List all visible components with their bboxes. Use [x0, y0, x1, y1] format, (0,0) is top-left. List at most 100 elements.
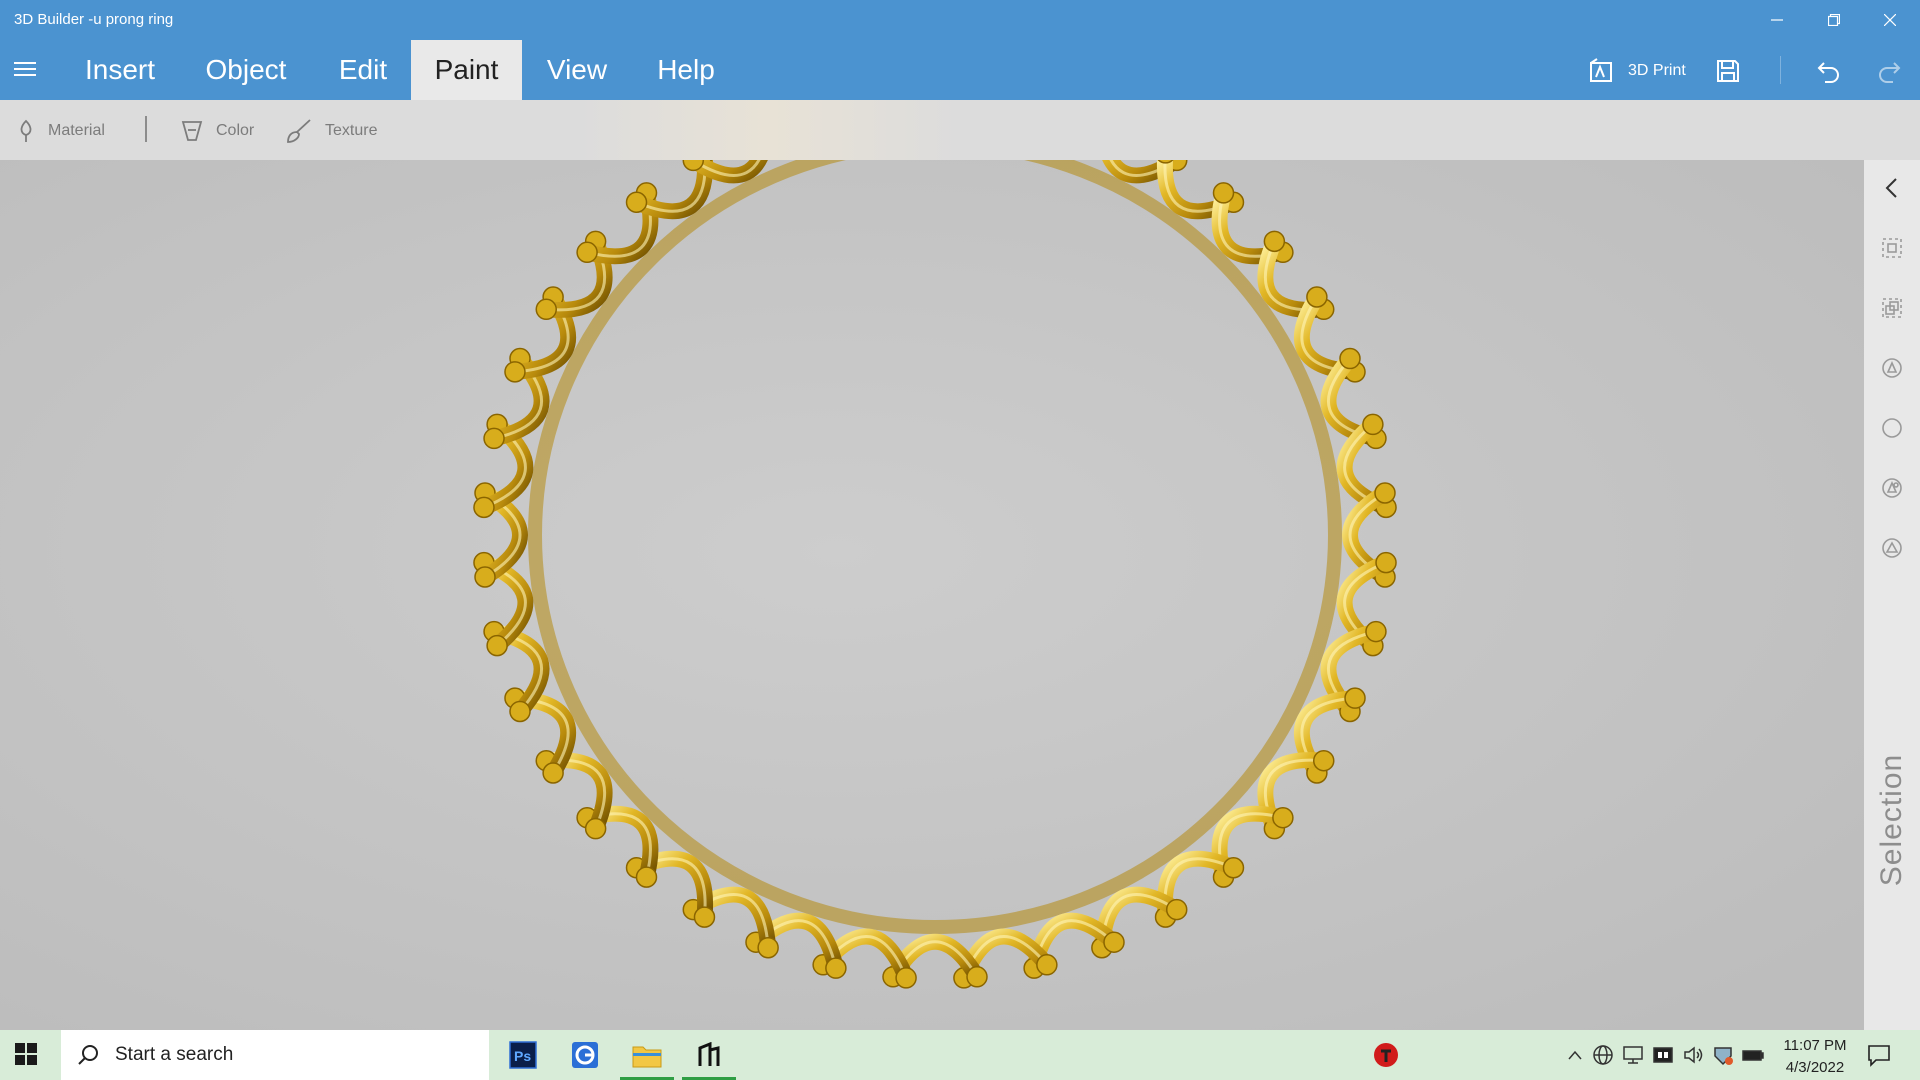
- prong-tip: [483, 427, 505, 450]
- prong-tip: [1312, 749, 1335, 772]
- prong-tip: [1263, 230, 1286, 253]
- start-button[interactable]: [14, 1042, 40, 1068]
- select-edge-icon: [1882, 538, 1902, 558]
- prong-tip: [1306, 286, 1328, 308]
- hamburger-menu-button[interactable]: [14, 62, 36, 76]
- color-label: Color: [216, 122, 255, 139]
- save-icon: [1717, 60, 1739, 82]
- redo-icon: [1879, 62, 1901, 83]
- prong-tip: [1339, 347, 1361, 370]
- battery-tray-button[interactable]: [1740, 1030, 1766, 1080]
- 3d-print-label: 3D Print: [1628, 62, 1686, 79]
- restore-icon: [1828, 14, 1840, 26]
- prong-tip: [504, 361, 526, 383]
- prong-tip: [693, 906, 716, 928]
- tab-help[interactable]: Help: [645, 40, 727, 100]
- action-center-button[interactable]: [1866, 1042, 1894, 1070]
- taskbar: Start a search Ps 11:07 PM 4/3/2022: [0, 1030, 1920, 1080]
- restore-button[interactable]: [1811, 6, 1857, 34]
- taskbar-clock[interactable]: 11:07 PM 4/3/2022: [1770, 1035, 1860, 1079]
- select-object-icon: [1882, 238, 1902, 258]
- taskbar-3d-builder[interactable]: [678, 1030, 740, 1080]
- prong-tip: [1165, 898, 1188, 921]
- prong-tip: [1036, 954, 1058, 976]
- close-button[interactable]: [1867, 6, 1913, 34]
- language-tray-button[interactable]: [1590, 1030, 1616, 1080]
- tab-view[interactable]: View: [535, 40, 619, 100]
- show-hidden-icons-button[interactable]: [1562, 1030, 1588, 1080]
- svg-text:Ps: Ps: [514, 1048, 531, 1064]
- windows-logo-icon: [15, 1043, 37, 1065]
- edge-select-button[interactable]: [1878, 534, 1906, 562]
- taskbar-chrome[interactable]: [554, 1030, 616, 1080]
- file-explorer-icon: [632, 1046, 662, 1068]
- red-app-tray-icon: [1374, 1043, 1398, 1067]
- prong-tip: [542, 762, 564, 784]
- color-button[interactable]: Color: [180, 116, 254, 146]
- prong-tip: [584, 817, 607, 840]
- tab-paint[interactable]: Paint: [411, 40, 522, 100]
- taskbar-file-explorer[interactable]: [616, 1030, 678, 1080]
- select-vertex-icon: [1882, 478, 1902, 498]
- search-icon: [78, 1045, 98, 1065]
- 3d-print-button[interactable]: 3D Print: [1588, 50, 1686, 92]
- save-button[interactable]: [1715, 50, 1741, 92]
- notification-icon: [1868, 1045, 1890, 1067]
- mesh-select-button[interactable]: [1878, 414, 1906, 442]
- security-tray-button[interactable]: [1710, 1030, 1736, 1080]
- photoshop-icon: Ps: [509, 1041, 537, 1069]
- prong-tip: [1272, 806, 1294, 829]
- undo-button[interactable]: [1815, 50, 1843, 92]
- speaker-icon: [1684, 1046, 1703, 1064]
- taskbar-search[interactable]: Start a search: [61, 1030, 489, 1080]
- chrome-icon: [572, 1042, 598, 1068]
- group-select-button[interactable]: [1878, 294, 1906, 322]
- tray-app-button[interactable]: [1371, 1030, 1401, 1080]
- selection-panel-label: Selection: [1875, 753, 1908, 887]
- title-bar: 3D Builder -u prong ring Insert Object E…: [0, 0, 1920, 100]
- vertex-select-button[interactable]: [1878, 474, 1906, 502]
- ring-model[interactable]: [0, 160, 1864, 1030]
- chevron-up-icon: [1568, 1050, 1582, 1060]
- texture-label: Texture: [325, 122, 378, 139]
- tab-edit[interactable]: Edit: [320, 40, 406, 100]
- prong-tip: [486, 634, 508, 657]
- clock-date: 4/3/2022: [1785, 1059, 1845, 1076]
- prong-tip: [825, 957, 847, 979]
- select-face-icon: [1882, 358, 1902, 378]
- prong-tip: [1212, 182, 1235, 204]
- prong-tip: [966, 966, 988, 988]
- material-icon: [20, 119, 32, 142]
- network-tray-button[interactable]: [1620, 1030, 1646, 1080]
- shield-alert-icon: [1714, 1047, 1733, 1066]
- 3d-viewport[interactable]: [0, 160, 1864, 1030]
- prong-tip: [1103, 931, 1125, 953]
- volume-tray-button[interactable]: [1680, 1030, 1706, 1080]
- undo-icon: [1817, 62, 1839, 83]
- clock-time: 11:07 PM: [1783, 1037, 1847, 1054]
- chevron-left-icon: [1885, 178, 1897, 198]
- minimize-button[interactable]: [1754, 6, 1800, 34]
- object-select-button[interactable]: [1878, 234, 1906, 262]
- texture-button[interactable]: Texture: [285, 116, 377, 146]
- redo-button[interactable]: [1875, 50, 1903, 92]
- 3d-print-icon: [1590, 58, 1612, 82]
- card-reader-icon: [1653, 1047, 1673, 1063]
- prong-tip: [1374, 482, 1396, 504]
- prong-tip: [473, 496, 495, 519]
- battery-icon: [1742, 1050, 1764, 1061]
- material-button[interactable]: Material: [16, 116, 105, 146]
- prong-tip: [474, 566, 496, 588]
- color-bucket-icon: [181, 121, 203, 141]
- face-select-button[interactable]: [1878, 354, 1906, 382]
- tab-insert[interactable]: Insert: [70, 40, 170, 100]
- prong-tip: [635, 866, 658, 888]
- network-icon: [1623, 1046, 1643, 1064]
- close-icon: [1884, 14, 1896, 26]
- select-group-icon: [1882, 298, 1902, 318]
- tab-object[interactable]: Object: [190, 40, 302, 100]
- collapse-panel-button[interactable]: [1878, 174, 1906, 202]
- device-tray-button[interactable]: [1650, 1030, 1676, 1080]
- taskbar-photoshop[interactable]: Ps: [492, 1030, 554, 1080]
- toolbar-divider: [1780, 56, 1781, 84]
